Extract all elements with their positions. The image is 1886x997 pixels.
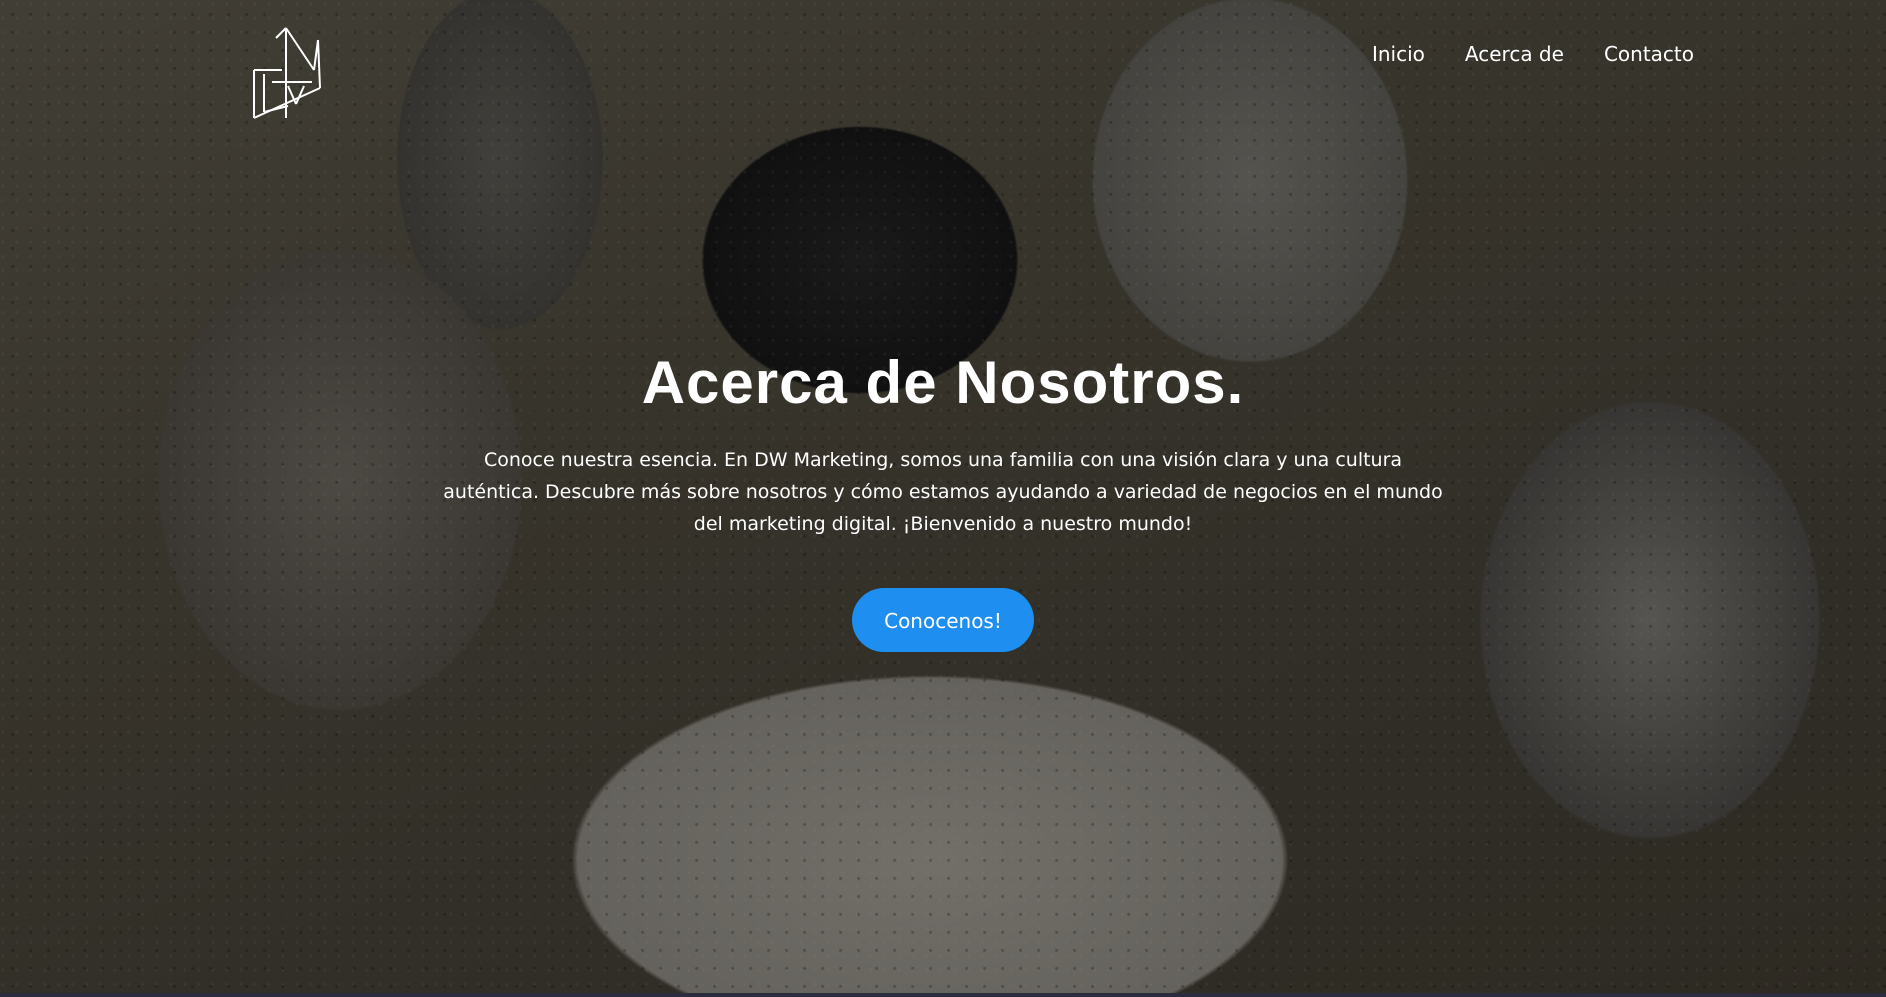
- hero-content: Acerca de Nosotros. Conoce nuestra esenc…: [0, 348, 1886, 652]
- dw-marketing-logo-icon: [253, 27, 321, 119]
- brand-logo[interactable]: [252, 26, 324, 120]
- main-navigation: Inicio Acerca de Contacto: [1372, 42, 1694, 66]
- page-title: Acerca de Nosotros.: [641, 349, 1245, 416]
- hero-description: Conoce nuestra esencia. En DW Marketing,…: [443, 449, 1443, 535]
- nav-link-contacto[interactable]: Contacto: [1604, 42, 1694, 66]
- nav-link-inicio[interactable]: Inicio: [1372, 42, 1425, 66]
- hero-section: Inicio Acerca de Contacto Acerca de Noso…: [0, 0, 1886, 993]
- nav-link-acerca-de[interactable]: Acerca de: [1465, 42, 1564, 66]
- conocenos-button[interactable]: Conocenos!: [852, 588, 1034, 652]
- bottom-divider: [0, 993, 1886, 997]
